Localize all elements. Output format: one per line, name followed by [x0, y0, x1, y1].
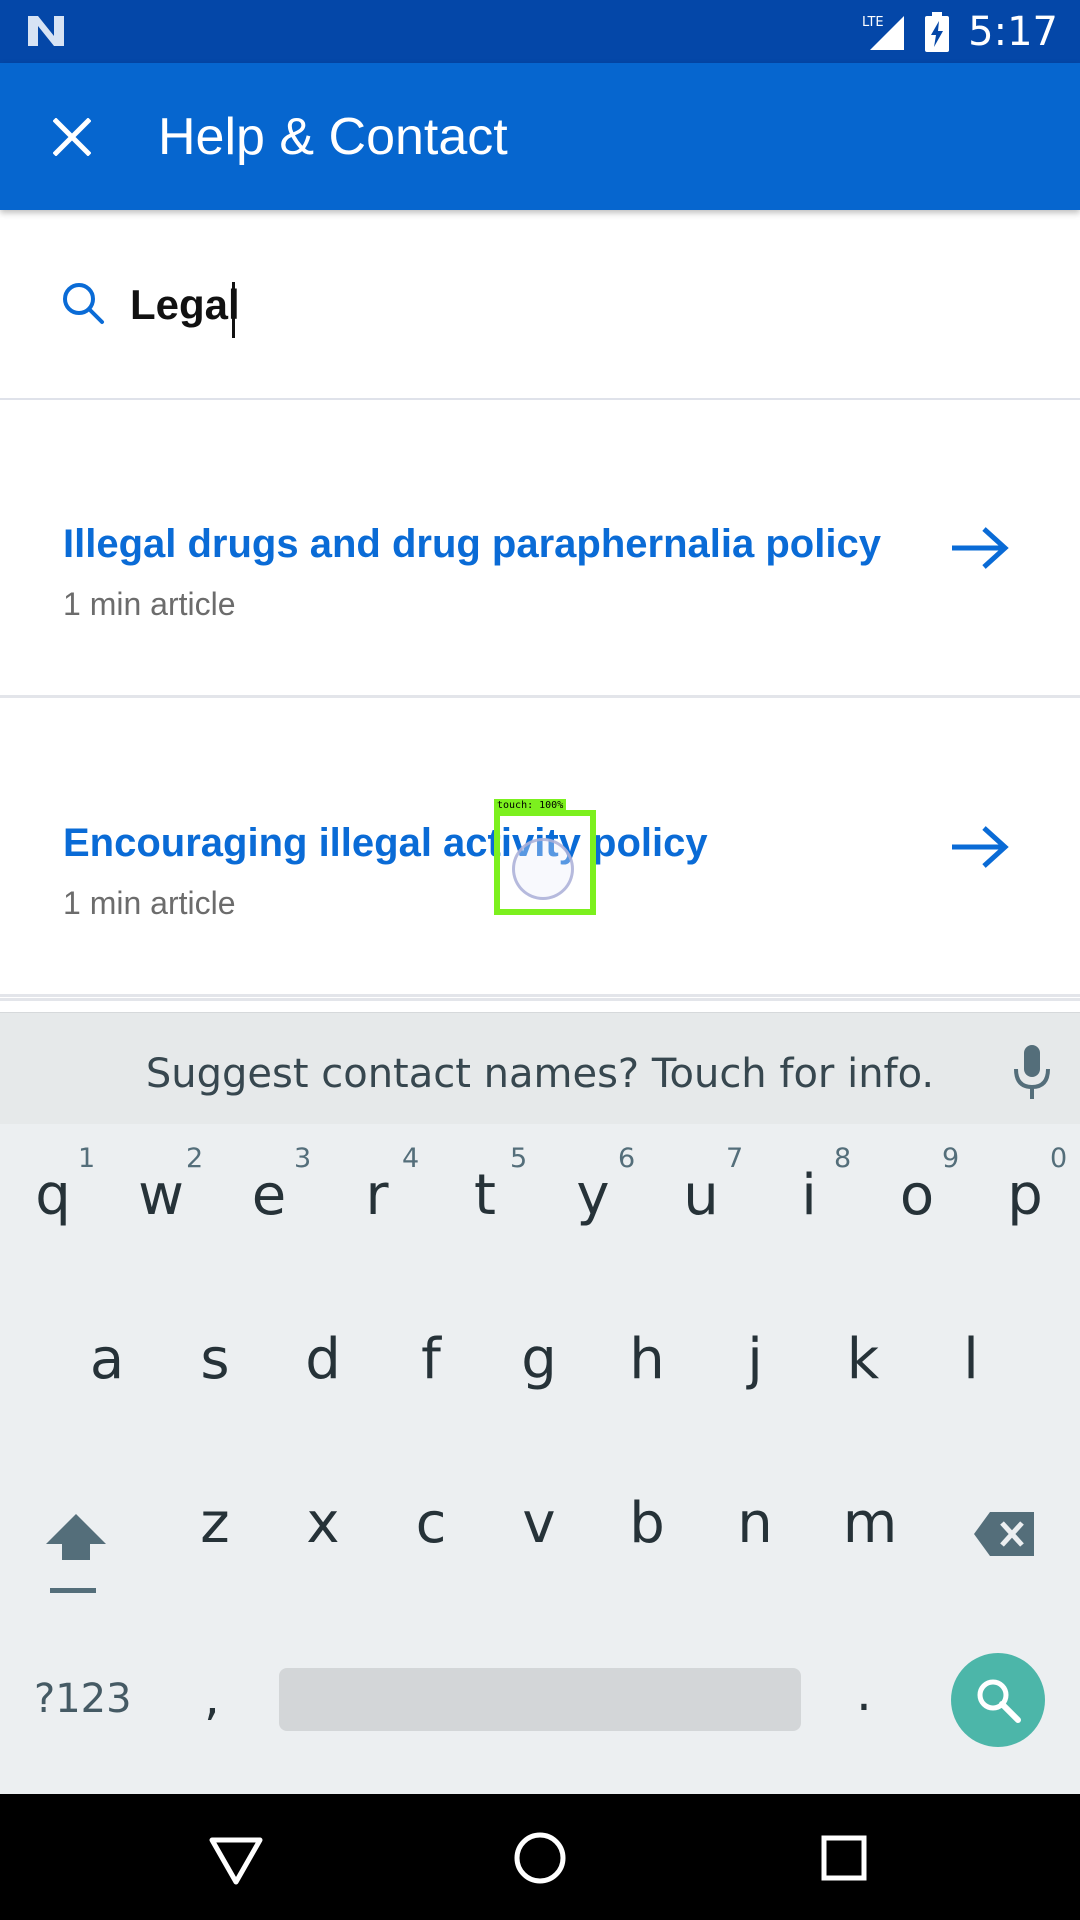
key-q[interactable]: q1	[20, 1143, 95, 1228]
key-z[interactable]: z	[182, 1491, 248, 1556]
symbols-key[interactable]: ?123	[34, 1676, 132, 1722]
key-k[interactable]: k	[830, 1327, 896, 1392]
key-hint: 1	[78, 1143, 96, 1174]
status-time: 5:17	[968, 8, 1058, 55]
result-divider	[0, 998, 1080, 1012]
key-d[interactable]: d	[290, 1327, 356, 1392]
search-icon	[63, 283, 104, 324]
key-s[interactable]: s	[182, 1327, 248, 1392]
key-label: w	[138, 1163, 184, 1228]
battery-charging-icon	[925, 11, 950, 52]
key-label: i	[801, 1163, 817, 1228]
key-t[interactable]: t5	[452, 1143, 527, 1228]
close-icon	[53, 118, 91, 156]
close-button[interactable]	[36, 101, 108, 173]
key-v[interactable]: v	[506, 1491, 572, 1556]
key-e[interactable]: e3	[236, 1143, 311, 1228]
key-hint: 7	[726, 1143, 744, 1174]
result-subtitle: 1 min article	[63, 586, 236, 622]
period-key[interactable]: .	[856, 1664, 872, 1722]
key-hint: 5	[510, 1143, 528, 1174]
key-label: p	[1007, 1163, 1043, 1228]
key-w[interactable]: w2	[128, 1143, 203, 1228]
keyboard-search-button[interactable]	[951, 1653, 1045, 1747]
key-hint: 9	[942, 1143, 960, 1174]
key-hint: 3	[294, 1143, 312, 1174]
text-caret	[232, 282, 235, 338]
touch-highlight-box	[494, 810, 596, 915]
key-b[interactable]: b	[614, 1491, 680, 1556]
key-m[interactable]: m	[830, 1491, 910, 1556]
result-title[interactable]: Encouraging illegal activity policy	[63, 821, 708, 866]
key-l[interactable]: l	[938, 1327, 1004, 1392]
result-item[interactable]: Illegal drugs and drug paraphernalia pol…	[0, 400, 1080, 698]
key-a[interactable]: a	[74, 1327, 140, 1392]
n-logo-icon	[28, 16, 64, 46]
key-hint: 8	[834, 1143, 852, 1174]
key-o[interactable]: o9	[884, 1143, 959, 1228]
search-input[interactable]	[130, 270, 950, 340]
navigation-bar	[0, 1794, 1080, 1920]
status-bar: LTE 5:17	[0, 0, 1080, 63]
key-c[interactable]: c	[398, 1491, 464, 1556]
suggestion-text[interactable]: Suggest contact names? Touch for info.	[0, 1051, 1080, 1097]
back-triangle-icon[interactable]	[206, 1828, 266, 1888]
key-n[interactable]: n	[722, 1491, 788, 1556]
key-label: o	[899, 1163, 935, 1228]
space-key[interactable]	[279, 1668, 801, 1731]
search-icon	[977, 1679, 1021, 1723]
key-g[interactable]: g	[506, 1327, 572, 1392]
arrow-right-icon[interactable]	[950, 525, 1010, 571]
comma-key[interactable]: ,	[204, 1668, 220, 1726]
key-f[interactable]: f	[398, 1327, 464, 1392]
lte-signal-icon: LTE	[862, 15, 905, 50]
key-j[interactable]: j	[722, 1327, 788, 1392]
key-h[interactable]: h	[614, 1327, 680, 1392]
key-label: u	[683, 1163, 719, 1228]
backspace-icon[interactable]	[972, 1510, 1036, 1558]
key-label: e	[251, 1163, 287, 1228]
key-label: q	[35, 1163, 71, 1228]
shift-icon[interactable]	[44, 1510, 108, 1594]
key-label: y	[576, 1163, 610, 1228]
network-label: LTE	[862, 15, 884, 30]
arrow-right-icon[interactable]	[950, 824, 1010, 870]
key-x[interactable]: x	[290, 1491, 356, 1556]
key-r[interactable]: r4	[344, 1143, 419, 1228]
mic-icon[interactable]	[1012, 1043, 1052, 1101]
key-i[interactable]: i8	[776, 1143, 851, 1228]
touch-label: touch: 100%	[494, 799, 567, 812]
suggestion-strip[interactable]: Suggest contact names? Touch for info.	[0, 1012, 1080, 1124]
key-hint: 0	[1050, 1143, 1068, 1174]
key-hint: 4	[402, 1143, 420, 1174]
page-title: Help & Contact	[158, 108, 508, 166]
home-circle-icon[interactable]	[510, 1828, 570, 1888]
app-bar: Help & Contact	[0, 63, 1080, 210]
key-label: r	[365, 1163, 389, 1228]
search-bar	[0, 210, 1080, 536]
recents-square-icon[interactable]	[814, 1828, 874, 1888]
key-label: t	[474, 1163, 496, 1228]
result-subtitle: 1 min article	[63, 885, 236, 921]
result-title[interactable]: Illegal drugs and drug paraphernalia pol…	[63, 522, 881, 567]
key-p[interactable]: p0	[992, 1143, 1067, 1228]
key-u[interactable]: u7	[668, 1143, 743, 1228]
key-hint: 2	[186, 1143, 204, 1174]
key-hint: 6	[618, 1143, 636, 1174]
key-y[interactable]: y6	[560, 1143, 635, 1228]
